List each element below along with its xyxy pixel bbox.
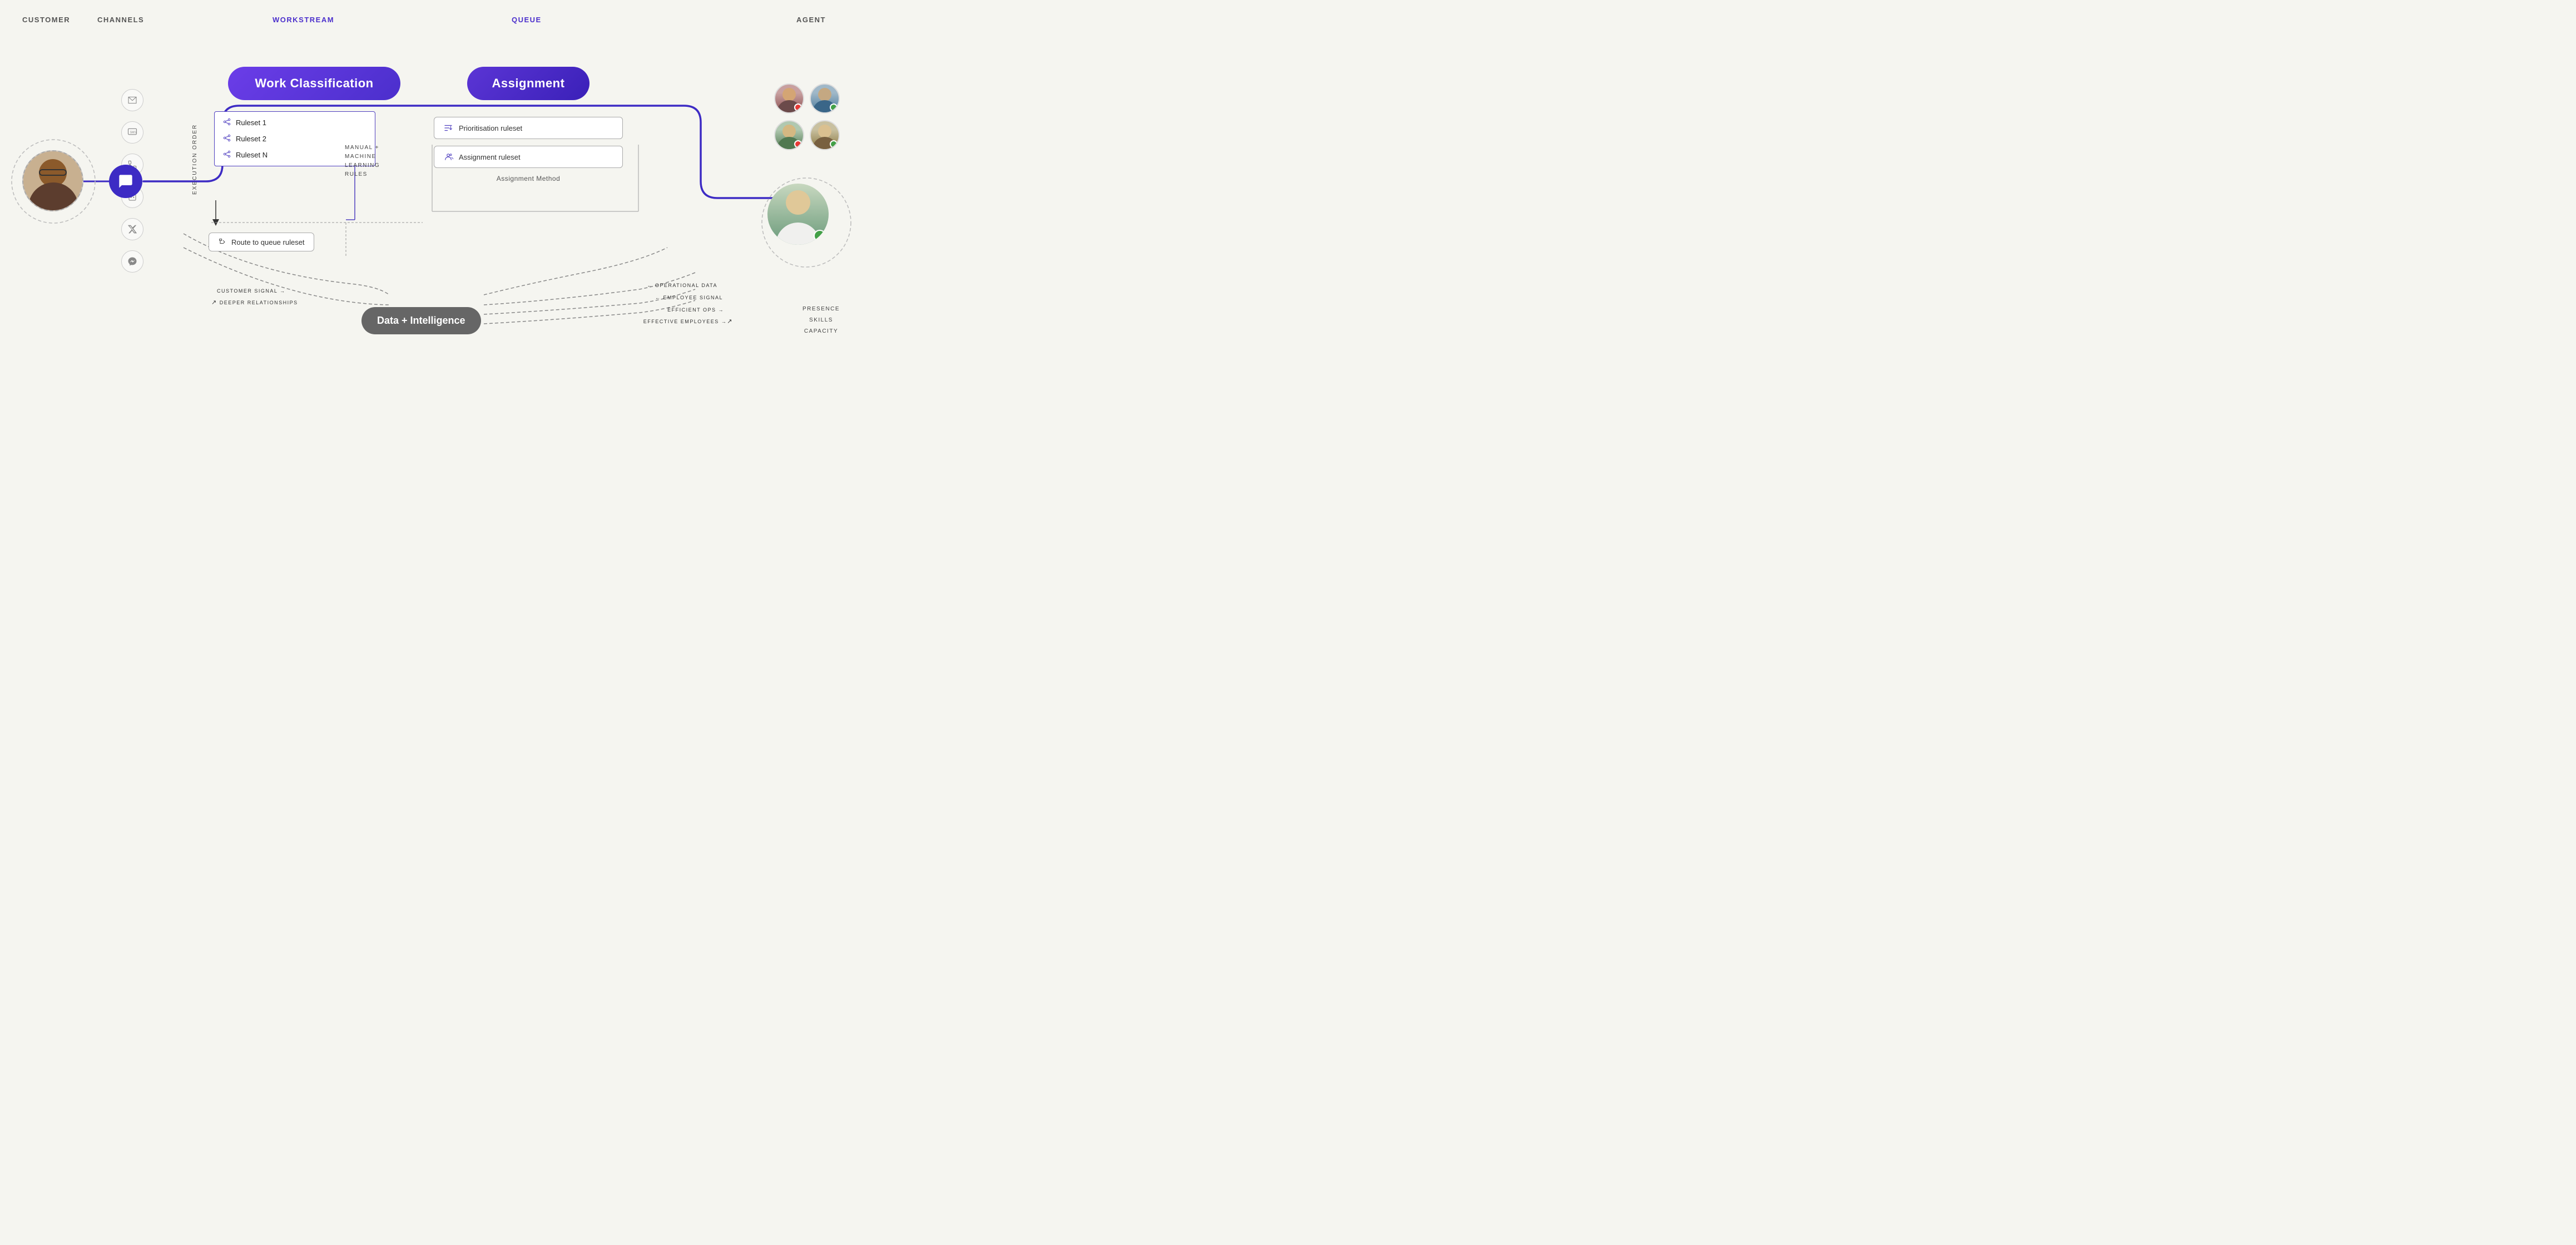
employee-signal-label: ← EMPLOYEE SIGNAL — [655, 295, 723, 300]
ruleset-1-label: Ruleset 1 — [236, 118, 266, 127]
ml-rules-label: MANUAL + MACHINE LEARNING RULES — [345, 144, 380, 179]
agent-avatar-3 — [774, 120, 804, 150]
data-intelligence-pill: Data + Intelligence — [361, 307, 481, 334]
presence-label: PRESENCE — [802, 304, 840, 315]
operational-data-label: ← OPERATIONAL DATA — [647, 283, 717, 288]
route-icon — [218, 238, 227, 246]
ruleset-2-label: Ruleset 2 — [236, 135, 266, 143]
agent-status-2 — [830, 103, 838, 111]
agent-status-4 — [830, 140, 838, 148]
ruleset-1-icon — [222, 117, 231, 128]
diagram-container: CUSTOMER CHANNELS WORKSTREAM QUEUE AGENT — [0, 0, 856, 415]
agent-avatar-2 — [810, 83, 840, 113]
ruleset-1-item: Ruleset 1 — [222, 117, 367, 128]
customer-signal-label: CUSTOMER SIGNAL → — [217, 288, 286, 294]
sms-channel-icon[interactable]: SMS — [121, 121, 143, 144]
customer-label: CUSTOMER — [22, 16, 70, 24]
channels-label: CHANNELS — [97, 16, 144, 24]
agent-status-3 — [794, 140, 802, 148]
chat-bubble-icon[interactable] — [109, 165, 142, 198]
effective-employees-label: EFFECTIVE EMPLOYEES →↗ — [643, 318, 733, 325]
route-to-queue-ruleset[interactable]: Route to queue ruleset — [209, 233, 314, 251]
agent-avatar-1 — [774, 83, 804, 113]
agent-status-1 — [794, 103, 802, 111]
data-intelligence-label: Data + Intelligence — [377, 315, 465, 326]
efficient-ops-label: EFFICIENT OPS → — [667, 307, 724, 313]
queue-label: QUEUE — [512, 16, 542, 24]
main-agent-avatar — [767, 184, 829, 245]
agent-area — [774, 83, 840, 150]
agent-presence-labels: PRESENCE SKILLS CAPACITY — [802, 304, 840, 337]
ruleset-n-icon — [222, 150, 231, 160]
assignment-ruleset-label: Assignment ruleset — [459, 153, 521, 161]
prioritisation-ruleset-item[interactable]: Prioritisation ruleset — [434, 117, 623, 139]
messenger-channel-icon[interactable] — [121, 250, 143, 273]
agent-row-top — [774, 83, 840, 113]
assignment-method-label: Assignment Method — [434, 175, 623, 182]
twitter-channel-icon[interactable] — [121, 218, 143, 240]
assignment-button[interactable]: Assignment — [467, 67, 589, 100]
capacity-label: CAPACITY — [802, 326, 840, 337]
skills-label: SKILLS — [802, 315, 840, 326]
route-queue-label: Route to queue ruleset — [231, 238, 305, 246]
prioritisation-icon — [443, 123, 453, 133]
assignment-ruleset-item[interactable]: Assignment ruleset — [434, 146, 623, 168]
agent-label: AGENT — [796, 16, 826, 24]
queue-section: Prioritisation ruleset Assignment rulese… — [434, 117, 623, 182]
ruleset-2-icon — [222, 134, 231, 144]
deeper-relationships-label: ↗ DEEPER RELATIONSHIPS — [211, 299, 298, 306]
prioritisation-ruleset-label: Prioritisation ruleset — [459, 124, 522, 132]
work-classification-button[interactable]: Work Classification — [228, 67, 400, 100]
ruleset-2-item: Ruleset 2 — [222, 134, 367, 144]
agent-row-middle — [774, 120, 840, 150]
email-channel-icon[interactable] — [121, 89, 143, 111]
svg-text:SMS: SMS — [130, 131, 137, 135]
assignment-ruleset-icon — [443, 152, 453, 162]
ruleset-n-label: Ruleset N — [236, 151, 267, 159]
agent-avatar-4 — [810, 120, 840, 150]
workstream-label: WORKSTREAM — [273, 16, 334, 24]
customer-avatar — [22, 150, 83, 211]
execution-order-label: EXECUTION ORDER — [192, 122, 198, 195]
